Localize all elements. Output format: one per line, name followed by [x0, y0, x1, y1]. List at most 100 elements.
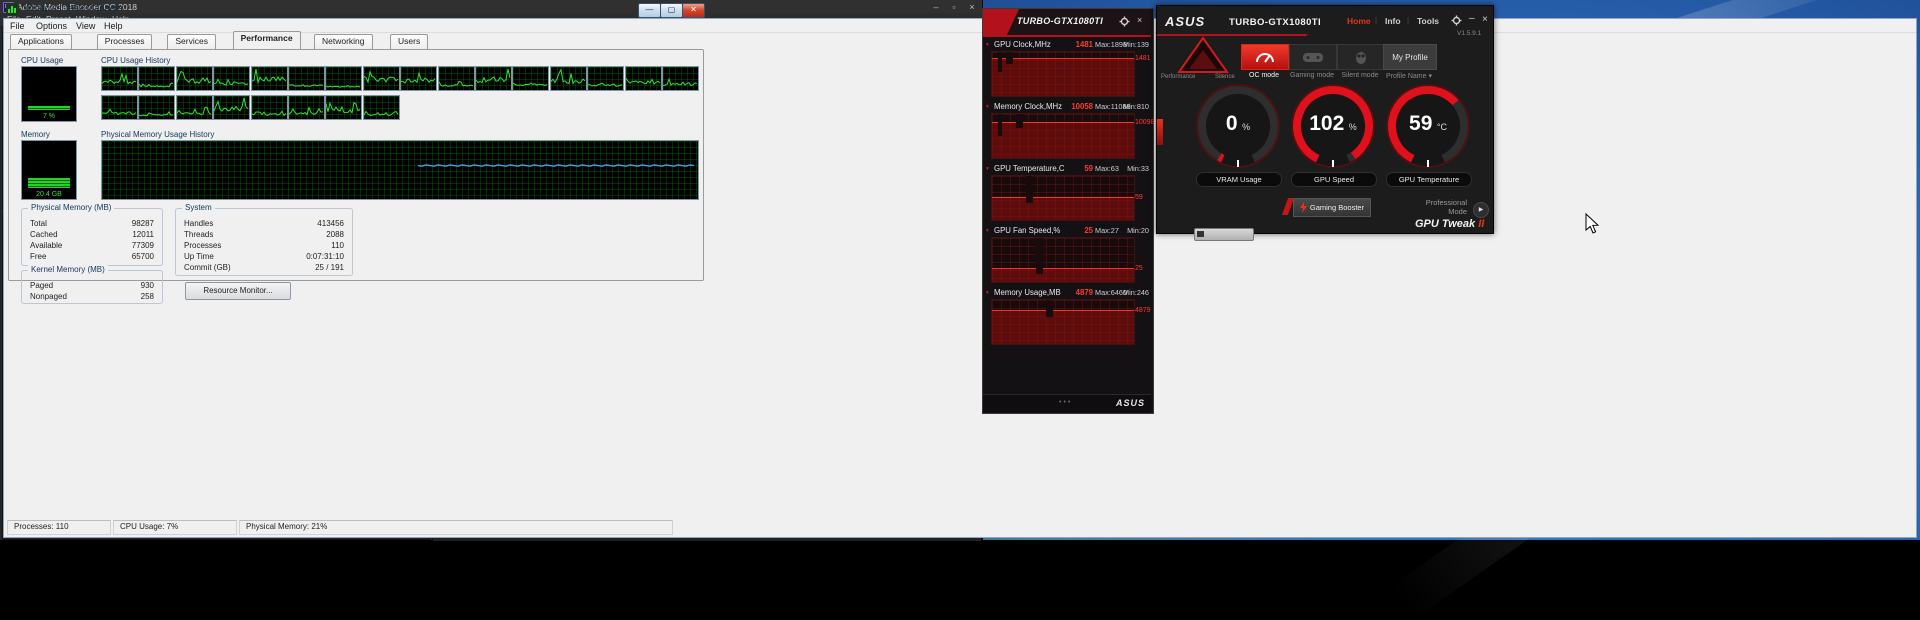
cpu-core-line	[176, 106, 212, 116]
graph-notch	[1045, 300, 1054, 317]
tm-tab-applications[interactable]: Applications	[10, 34, 72, 50]
ame-minimize-button[interactable]: –	[928, 2, 944, 12]
monitor-title-bar[interactable]: TURBO-GTX1080TI ×	[983, 9, 1151, 37]
gaming-booster-label: Gaming Booster	[1309, 203, 1365, 212]
graph-notch	[1016, 114, 1024, 129]
resource-monitor-button[interactable]: Resource Monitor...	[185, 282, 291, 300]
tm-tab-services[interactable]: Services	[167, 34, 216, 50]
kernel-memory-groupbox: Kernel Memory (MB) Paged 930 Nonpaged 258	[21, 265, 163, 304]
gauge-label-pill[interactable]: GPU Speed	[1291, 172, 1377, 187]
section-collapse-icon[interactable]: ▾	[986, 290, 989, 296]
tm-tab-users[interactable]: Users	[390, 34, 429, 50]
cpu-core-graph-7	[362, 66, 400, 91]
section-current-value: 4879	[1075, 288, 1093, 297]
cpu-usage-label: CPU Usage	[21, 56, 64, 65]
cpu-core-line	[101, 72, 137, 85]
gauge-unit: %	[1348, 122, 1357, 132]
section-collapse-icon[interactable]: ▾	[986, 228, 989, 234]
graph-value-tag: 1481	[1135, 55, 1151, 63]
gpu-tweak-logo: GPU Tweak II	[1415, 218, 1484, 230]
task-manager-title: Windows Task Manager	[23, 3, 124, 14]
cpu-history-graphs	[101, 66, 699, 122]
gear-icon[interactable]	[1451, 15, 1462, 26]
task-manager-window: Windows Task Manager — ▢ ✕ File Options …	[0, 0, 1917, 538]
physical-memory-rows: Total 98287 Cached 12011 Available 77309 Free 6…	[22, 213, 162, 261]
cpu-core-graph-4	[250, 66, 288, 91]
section-collapse-icon[interactable]: ▾	[986, 42, 989, 48]
stat-label-available: Available	[30, 241, 63, 250]
tm-close-button[interactable]: ✕	[682, 3, 705, 18]
tm-tab-processes[interactable]: Processes	[96, 34, 153, 50]
tm-status-bar: Processes: 110 CPU Usage: 7% Physical Memo…	[7, 519, 1913, 535]
gpu-tweak-logo-main: GPU Tweak	[1415, 218, 1476, 230]
my-profile-button[interactable]: My Profile	[1383, 44, 1437, 70]
gaming-mode-label: Gaming mode	[1290, 72, 1334, 79]
cpu-core-graph-1	[138, 66, 176, 91]
stat-label-commit-gb-: Commit (GB)	[184, 263, 231, 272]
cpu-core-line	[662, 77, 698, 87]
system-title: System	[182, 203, 215, 212]
tm-menu-view[interactable]: View	[76, 21, 95, 31]
ame-maximize-button[interactable]: ▫	[946, 2, 962, 12]
graph-value-tag: 25	[1135, 264, 1143, 272]
tm-minimize-button[interactable]: —	[638, 3, 661, 18]
gauge-number: 59	[1409, 112, 1433, 135]
ame-close-button[interactable]: ×	[964, 2, 980, 12]
graph-notch	[997, 114, 1002, 136]
graph-area	[992, 58, 1134, 96]
section-name: GPU Temperature,C	[994, 164, 1065, 173]
oc-mode-button[interactable]	[1241, 44, 1289, 70]
tm-menu-help[interactable]: Help	[104, 21, 123, 31]
section-min-value: Min:33	[1127, 164, 1149, 173]
task-manager-body: File Options View Help Applications Proce…	[3, 18, 1917, 538]
section-current-value: 25	[1084, 226, 1093, 235]
section-name: GPU Fan Speed,%	[994, 226, 1061, 235]
cpu-core-graph-11	[512, 66, 550, 91]
section-name: Memory Usage,MB	[994, 288, 1061, 297]
asus-logo: ASUS	[1165, 14, 1206, 29]
tm-tab-performance[interactable]: Performance	[232, 31, 301, 50]
docked-monitor-tab[interactable]	[1194, 228, 1254, 241]
ame-title-bar[interactable]: Me Adobe Media Encoder CC 2018 – ▫ ×	[0, 0, 982, 14]
section-current-value: 1481	[1075, 40, 1093, 49]
status-cell-1: CPU Usage: 7%	[113, 520, 237, 535]
tm-menu-options[interactable]: Options	[36, 21, 67, 31]
cpu-core-graph-6	[325, 66, 363, 91]
task-manager-app-icon	[6, 3, 19, 15]
minimize-icon[interactable]: –	[1469, 13, 1475, 24]
gauge-value: 102 %	[1289, 112, 1377, 136]
nav-info[interactable]: Info	[1385, 16, 1401, 26]
version-label: V1.5.9.1	[1457, 30, 1482, 37]
graph-area	[992, 197, 1134, 220]
gauge-label-pill[interactable]: GPU Temperature	[1386, 172, 1472, 187]
gamepad-icon	[1303, 53, 1323, 62]
nav-home[interactable]: Home	[1347, 16, 1371, 26]
silent-mode-button[interactable]	[1337, 44, 1385, 70]
tm-tab-networking[interactable]: Networking	[314, 34, 373, 50]
gauge-gpu-temperature: 59 °C GPU Temperature	[1384, 82, 1472, 192]
graph-notch	[1036, 238, 1044, 275]
close-icon[interactable]: ×	[1482, 14, 1488, 25]
stat-value-cached: 12011	[132, 230, 154, 239]
section-collapse-icon[interactable]: ▾	[986, 104, 989, 110]
monitor-gear-icon[interactable]	[1119, 16, 1130, 27]
gauge-label-pill[interactable]: VRAM Usage	[1196, 172, 1282, 187]
professional-mode-toggle[interactable]: ▶	[1473, 202, 1489, 218]
cpu-core-graph-2	[175, 66, 213, 91]
physical-memory-title: Physical Memory (MB)	[28, 203, 115, 212]
profile-name-dropdown[interactable]: Profile Name ▾	[1383, 72, 1435, 80]
tuning-triangle-gauge[interactable]	[1177, 36, 1229, 74]
gaming-booster-button[interactable]: Gaming Booster	[1293, 198, 1371, 217]
cpu-core-graph-15	[662, 66, 699, 91]
lightning-icon	[1299, 202, 1307, 213]
cpu-core-graph-23	[362, 95, 400, 120]
monitor-close-icon[interactable]: ×	[1137, 15, 1142, 25]
tm-maximize-button[interactable]: ▢	[660, 3, 683, 18]
tm-menu-file[interactable]: File	[10, 21, 25, 31]
gaming-mode-button[interactable]	[1289, 44, 1337, 70]
stat-value-handles: 413456	[317, 219, 344, 228]
nav-tools[interactable]: Tools	[1417, 16, 1439, 26]
drag-dots-icon[interactable]: •••	[1059, 399, 1072, 406]
cpu-core-graph-19	[213, 95, 251, 120]
section-collapse-icon[interactable]: ▾	[986, 166, 989, 172]
